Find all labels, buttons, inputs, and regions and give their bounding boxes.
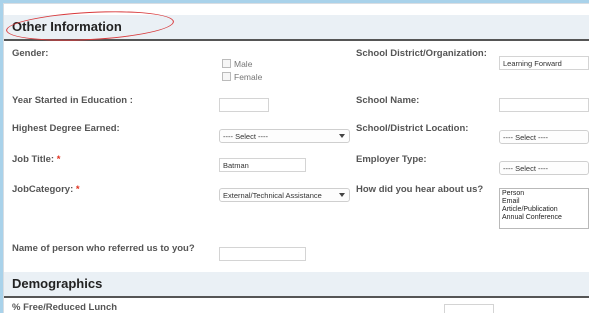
school-name-input[interactable] <box>499 98 589 112</box>
chevron-down-icon <box>339 193 345 197</box>
hear-about-listbox[interactable]: Person Email Article/Publication Annual … <box>499 188 589 229</box>
school-location-label: School/District Location: <box>356 123 469 134</box>
job-title-input[interactable]: Batman <box>219 158 306 172</box>
school-district-input[interactable]: Learning Forward <box>499 56 589 70</box>
checkbox-icon[interactable] <box>222 72 231 81</box>
checkbox-icon[interactable] <box>222 59 231 68</box>
employer-type-label: Employer Type: <box>356 154 427 165</box>
school-name-label: School Name: <box>356 95 420 106</box>
school-district-label: School District/Organization: <box>356 48 487 59</box>
free-lunch-label: % Free/Reduced Lunch <box>12 302 118 313</box>
job-title-label: Job Title: * <box>12 154 61 165</box>
gender-option-male[interactable]: Male <box>222 59 252 69</box>
chevron-down-icon <box>339 134 345 138</box>
job-category-select[interactable]: External/Technical Assistance <box>219 188 350 202</box>
list-item[interactable]: Person <box>502 190 586 198</box>
form-panel: Other Information Gender: Male Female Sc… <box>3 3 589 313</box>
required-mark: * <box>56 154 61 165</box>
demographics-header: Demographics <box>4 272 589 298</box>
employer-type-select[interactable]: ---- Select ---- <box>499 161 589 175</box>
gender-label: Gender: <box>12 48 49 59</box>
school-location-select[interactable]: ---- Select ---- <box>499 130 589 144</box>
year-started-input[interactable] <box>219 98 269 112</box>
list-item[interactable]: Annual Conference <box>502 214 586 222</box>
job-category-label: JobCategory: * <box>12 184 80 195</box>
referrer-input[interactable] <box>219 247 306 261</box>
gender-option-female[interactable]: Female <box>222 72 262 82</box>
demographics-title: Demographics <box>12 276 103 291</box>
referrer-label: Name of person who referred us to you? <box>12 243 195 254</box>
year-started-label: Year Started in Education : <box>12 95 133 106</box>
highest-degree-label: Highest Degree Earned: <box>12 123 120 134</box>
list-item[interactable]: Article/Publication <box>502 206 586 214</box>
required-mark: * <box>75 184 80 195</box>
hear-about-label: How did you hear about us? <box>356 184 484 195</box>
highest-degree-select[interactable]: ---- Select ---- <box>219 129 350 143</box>
list-item[interactable]: Email <box>502 198 586 206</box>
